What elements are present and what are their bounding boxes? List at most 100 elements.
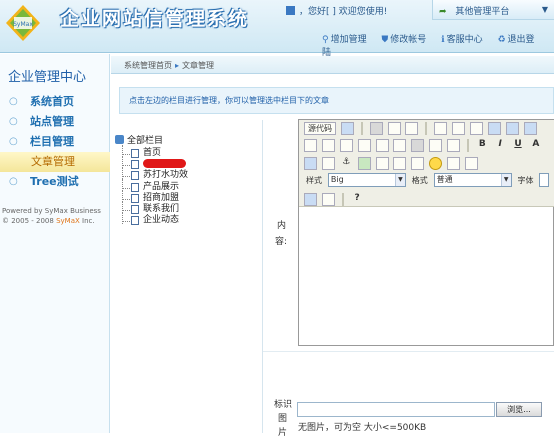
folder-icon: [115, 135, 124, 144]
paste-word-icon[interactable]: [523, 122, 537, 135]
image-label-3: 片: [278, 428, 288, 438]
strike-icon[interactable]: A: [529, 139, 542, 152]
category-tree: 全部栏目 首页 苏打水功效 产品展示 招商加盟 联系我们 企业动态: [115, 135, 250, 226]
copy-icon[interactable]: [469, 122, 483, 135]
textarea-icon[interactable]: [375, 139, 389, 152]
tree-item[interactable]: 首页: [115, 144, 250, 159]
content-label-2: 容:: [275, 237, 288, 247]
style-select[interactable]: Big ▼: [327, 173, 406, 187]
pin-icon: ⚲: [322, 35, 329, 45]
tree-item[interactable]: 联系我们: [115, 200, 250, 215]
hidden-field-icon[interactable]: [447, 139, 460, 152]
arrow-icon: ➦: [439, 7, 447, 17]
shield-icon: ⛊: [381, 35, 389, 45]
checkbox-icon[interactable]: [321, 139, 335, 152]
sidebar-title: 企业管理中心: [8, 70, 87, 85]
image-label-2: 图: [278, 414, 288, 424]
image-button-icon[interactable]: [429, 139, 443, 152]
bullet-icon: ○: [9, 116, 18, 127]
cut-icon[interactable]: [452, 122, 465, 135]
bullet-icon: ○: [9, 176, 18, 187]
tree-item[interactable]: 产品展示: [115, 178, 250, 193]
field-separator: [263, 351, 554, 352]
document-icon: [131, 193, 139, 203]
fit-window-icon[interactable]: [304, 193, 317, 206]
table-icon[interactable]: [393, 157, 407, 170]
paste-text-icon[interactable]: [505, 122, 519, 135]
toolbar-separator: [466, 139, 469, 152]
template-icon[interactable]: [434, 122, 448, 135]
new-page-icon[interactable]: [387, 122, 401, 135]
header-links: ⚲ 增加管理 ⛊ 修改帐号 ℹ 客服中心 ♻ 退出登陆: [322, 32, 554, 58]
italic-icon[interactable]: I: [494, 139, 507, 152]
app-title: 企业网站信管理系统: [60, 8, 250, 30]
tree-item[interactable]: 招商加盟: [115, 189, 250, 204]
font-select[interactable]: [539, 173, 550, 187]
breadcrumb-current: 文章管理: [182, 61, 215, 70]
image-label-1: 标识: [274, 400, 293, 410]
page-break-icon[interactable]: [464, 157, 478, 170]
paste-icon[interactable]: [487, 122, 501, 135]
format-select[interactable]: 普通 ▼: [433, 173, 512, 187]
special-char-icon[interactable]: [447, 157, 460, 170]
tree-root[interactable]: 全部栏目: [115, 135, 250, 148]
user-icon: [286, 6, 295, 15]
search-icon[interactable]: [405, 122, 419, 135]
select-field-icon[interactable]: [393, 139, 407, 152]
rich-text-editor[interactable]: 源代码 B I U A ⚓ 样式 Big ▼ 格式 普通 ▼ 字体 ?: [298, 119, 554, 346]
sidebar-item-home[interactable]: ○ 系统首页: [0, 92, 110, 112]
toolbar-row-3: ⚓: [303, 155, 553, 172]
tree-item[interactable]: 苏打水功效: [115, 167, 250, 181]
radio-icon[interactable]: [339, 139, 353, 152]
edit-account-link[interactable]: ⛊ 修改帐号: [381, 35, 432, 45]
toolbar-row-2: B I U A: [303, 137, 553, 154]
image-icon[interactable]: [357, 157, 371, 170]
add-admin-link[interactable]: ⚲ 增加管理: [322, 35, 373, 45]
svg-text:SyMax: SyMax: [13, 21, 33, 28]
tree-item[interactable]: [115, 156, 250, 170]
refresh-icon: ♻: [497, 35, 506, 45]
form-icon[interactable]: [304, 139, 317, 152]
document-icon: [131, 171, 139, 181]
button-field-icon[interactable]: [411, 139, 425, 152]
toolbar-row-1: 源代码: [303, 120, 553, 152]
sidebar-item-sites[interactable]: ○ 站点管理: [0, 112, 110, 132]
font-label: 字体: [517, 175, 534, 185]
link-icon[interactable]: [304, 157, 317, 170]
support-center-link[interactable]: ℹ 客服中心: [441, 35, 488, 45]
unlink-icon[interactable]: [321, 157, 335, 170]
show-blocks-icon[interactable]: [321, 193, 335, 206]
browse-button[interactable]: 浏览...: [496, 402, 542, 417]
textfield-icon[interactable]: [357, 139, 371, 152]
horizontal-rule-icon[interactable]: [411, 157, 425, 170]
platform-switcher[interactable]: ➦ 其他管理平台 ▼: [432, 0, 554, 20]
document-icon: [131, 216, 139, 226]
smiley-icon[interactable]: [429, 157, 443, 170]
preview-icon[interactable]: [340, 122, 354, 135]
panel-divider: [262, 120, 263, 433]
content-label-1: 内: [277, 221, 287, 231]
instruction-text: 点击左边的栏目进行管理，你可以管理选中栏目下的文章: [129, 96, 329, 105]
flash-icon[interactable]: [375, 157, 389, 170]
image-file-input[interactable]: [297, 402, 495, 417]
breadcrumb-home[interactable]: 系统管理首页: [124, 61, 172, 70]
sidebar-nav: ○ 系统首页 ○ 站点管理 ○ 栏目管理 文章管理 ○ Tree测试: [0, 92, 110, 192]
info-icon: ℹ: [441, 35, 445, 45]
document-icon: [131, 149, 139, 158]
bold-icon[interactable]: B: [476, 139, 489, 152]
anchor-icon[interactable]: ⚓: [340, 157, 353, 170]
breadcrumb: 系统管理首页 ▸ 文章管理: [111, 56, 554, 74]
underline-icon[interactable]: U: [512, 139, 525, 152]
chevron-down-icon: ▼: [500, 174, 511, 186]
help-icon[interactable]: ?: [351, 193, 364, 206]
document-icon: [131, 182, 139, 192]
sidebar-item-articles[interactable]: 文章管理: [0, 152, 110, 172]
toolbar-separator: [425, 122, 428, 135]
sidebar-item-tree-test[interactable]: ○ Tree测试: [0, 172, 110, 192]
source-button[interactable]: 源代码: [304, 122, 336, 135]
tree-item[interactable]: 企业动态: [115, 212, 250, 226]
redaction-mark: [143, 159, 186, 169]
save-icon[interactable]: [369, 122, 383, 135]
sidebar-item-columns[interactable]: ○ 栏目管理: [0, 132, 110, 152]
document-icon: [131, 160, 139, 170]
